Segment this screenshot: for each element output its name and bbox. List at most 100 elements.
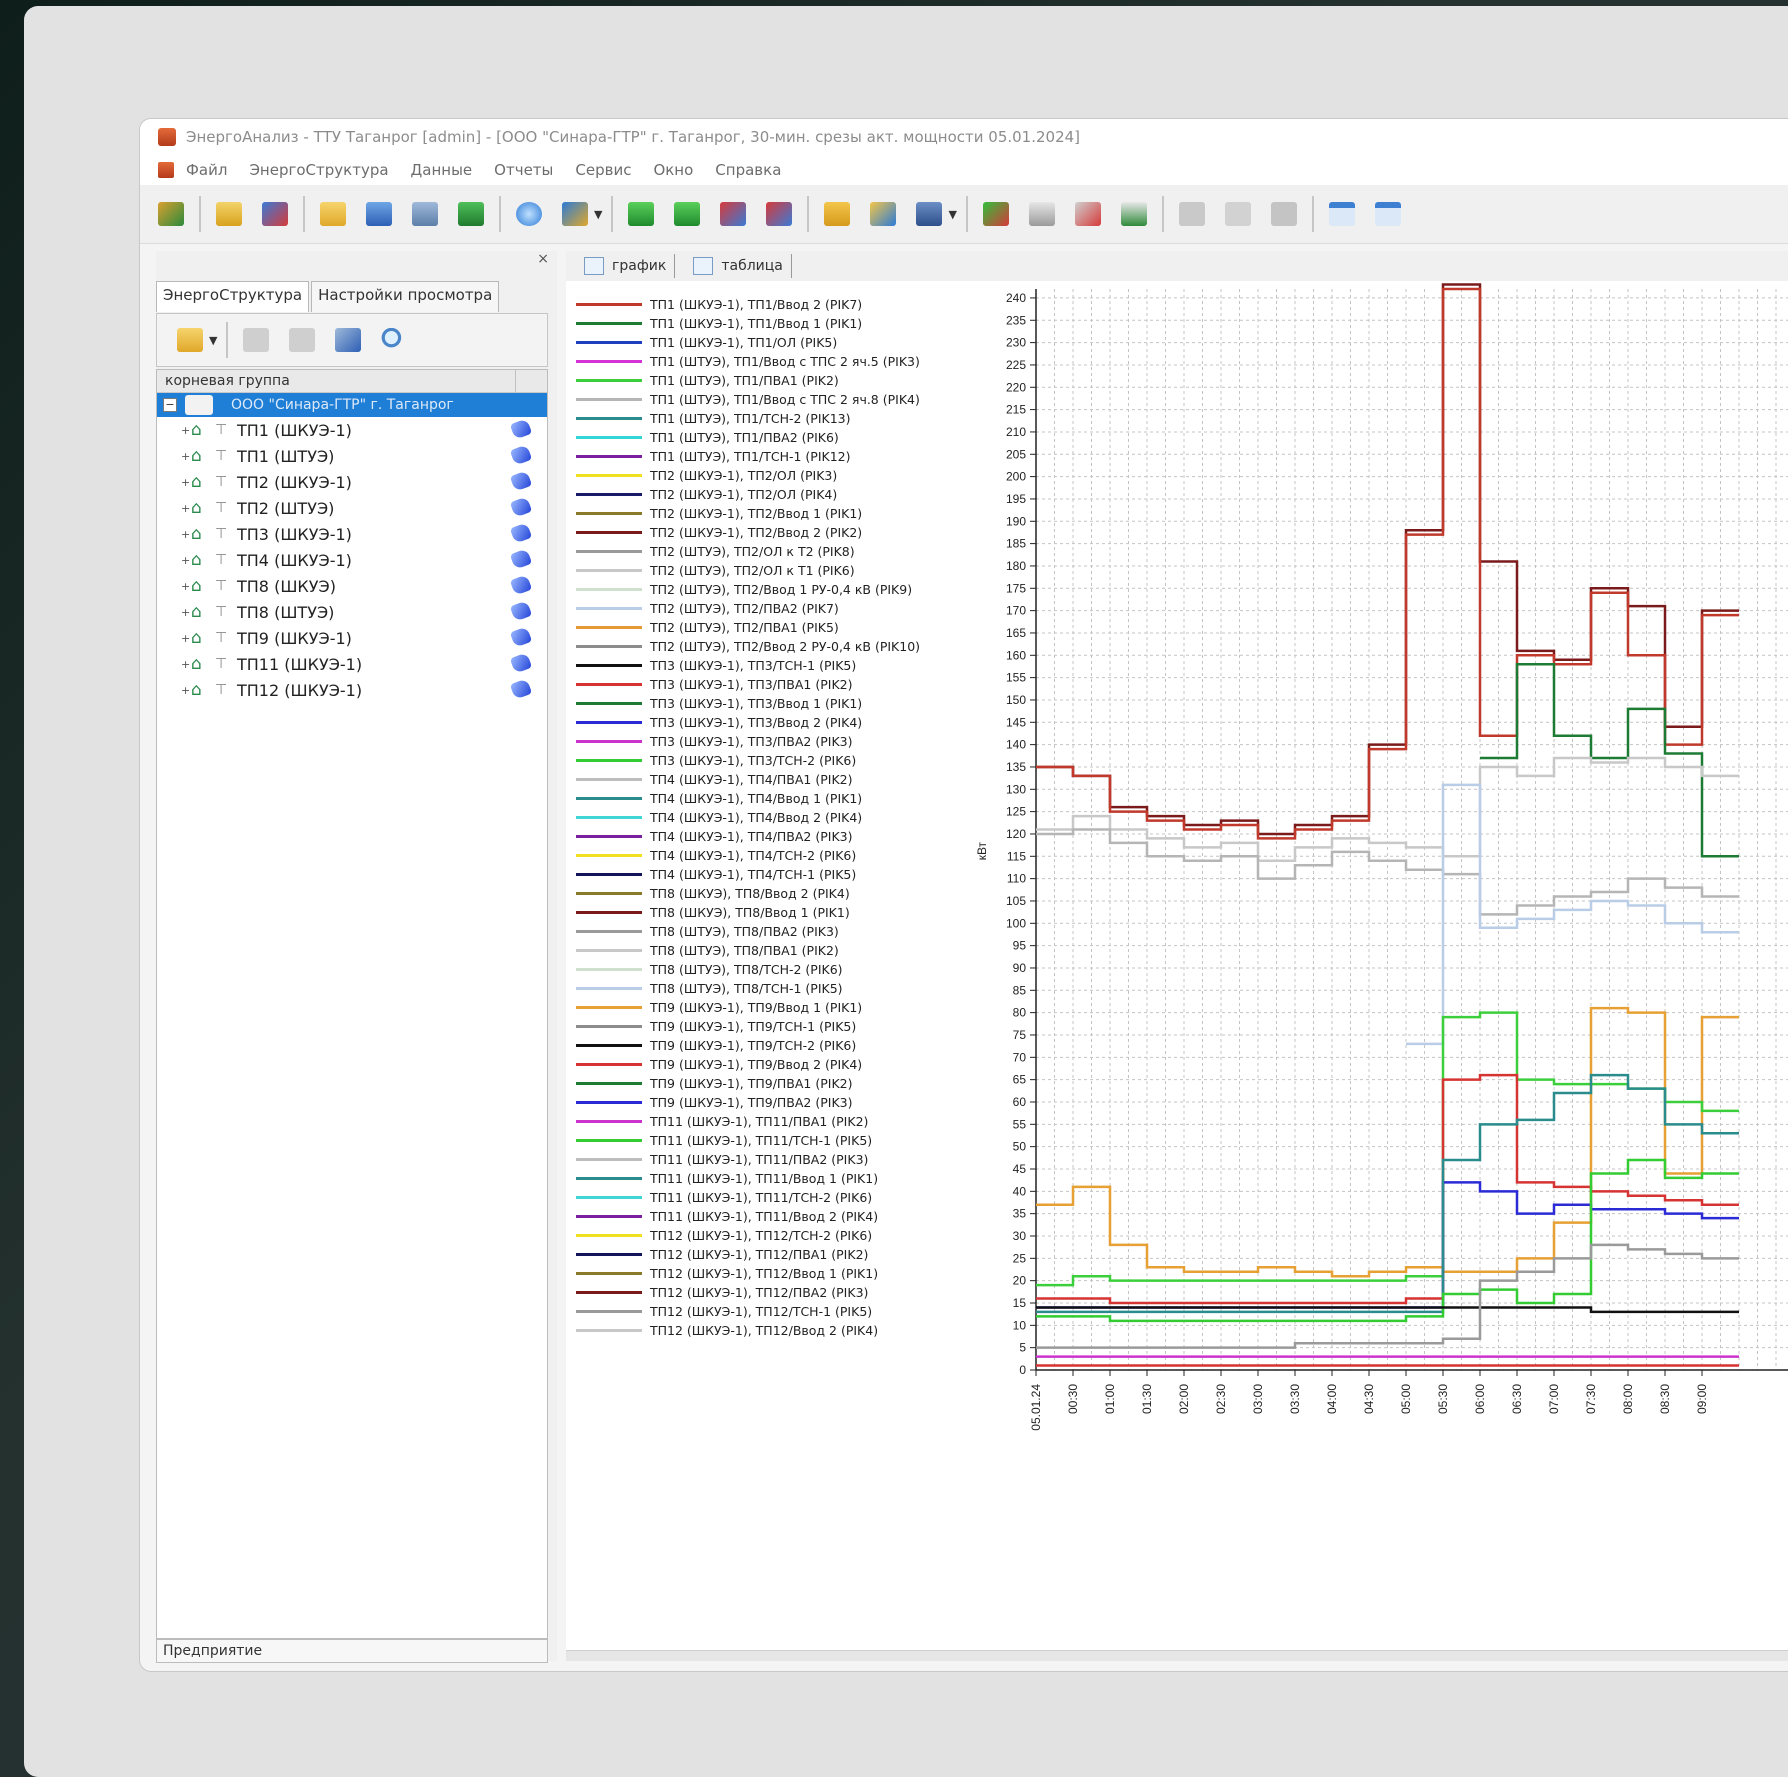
legend-swatch — [576, 797, 642, 800]
add-node-dropdown-icon[interactable]: ▼ — [209, 334, 217, 347]
expand-icon[interactable]: + — [181, 502, 191, 515]
tab-table[interactable]: таблица — [685, 254, 792, 278]
add-node-button[interactable] — [173, 323, 207, 357]
x-tick-label: 04:30 — [1362, 1384, 1376, 1414]
node-report-button[interactable] — [331, 323, 365, 357]
tree-item[interactable]: + ⌂ ⊤ ТП2 (ШКУЭ-1) — [157, 469, 547, 495]
tree-item[interactable]: + ⌂ ⊤ ТП12 (ШКУЭ-1) — [157, 677, 547, 703]
gauge-button[interactable] — [1117, 197, 1151, 231]
x-tick-label: 05:00 — [1399, 1384, 1413, 1414]
substation-icon: ⌂ — [191, 576, 202, 596]
legend-swatch — [576, 645, 642, 648]
connect-button[interactable] — [154, 197, 188, 231]
structure-button[interactable] — [212, 197, 246, 231]
window-layout-2-button[interactable] — [1371, 197, 1405, 231]
properties-button[interactable] — [239, 323, 273, 357]
window-layout-1-button[interactable] — [1325, 197, 1359, 231]
chart-report-button[interactable] — [258, 197, 292, 231]
legend-item: ТП4 (ШКУЭ-1), ТП4/Ввод 1 (PIK1) — [576, 789, 976, 808]
horizontal-scrollbar[interactable] — [566, 1650, 1788, 1661]
close-panel-icon[interactable]: × — [537, 251, 549, 267]
tab-chart-label: график — [612, 258, 667, 274]
tree-item[interactable]: + ⌂ ⊤ ТП1 (ШТУЭ) — [157, 443, 547, 469]
run-button[interactable] — [979, 197, 1013, 231]
legend-swatch — [576, 588, 642, 591]
open-button[interactable] — [316, 197, 350, 231]
status-icon — [509, 522, 533, 544]
expand-icon[interactable]: + — [181, 424, 191, 437]
menu-service[interactable]: Сервис — [575, 161, 631, 179]
legend-label: ТП4 (ШКУЭ-1), ТП4/ТСН-2 (PIK6) — [650, 848, 857, 863]
tree-item[interactable]: + ⌂ ⊤ ТП8 (ШТУЭ) — [157, 599, 547, 625]
save-button[interactable] — [362, 197, 396, 231]
excel-button[interactable] — [454, 197, 488, 231]
y-tick-label: 80 — [1013, 1006, 1027, 1020]
power-chart[interactable]: 0 5 10 15 20 25 30 35 40 45 50 55 60 65 70 75 80 85 90 95 10… — [966, 281, 1788, 1661]
x-tick-label: 07:30 — [1584, 1384, 1598, 1414]
tree-item-label: ТП8 (ШТУЭ) — [237, 602, 335, 622]
copy-node-button[interactable] — [285, 323, 319, 357]
expand-icon[interactable]: + — [181, 606, 191, 619]
expand-icon[interactable]: + — [181, 450, 191, 463]
legend-swatch — [576, 474, 642, 477]
step-chart-remove-button[interactable] — [762, 197, 796, 231]
bar-chart-2-button[interactable] — [670, 197, 704, 231]
refresh-button[interactable] — [512, 197, 546, 231]
legend-swatch — [576, 1196, 642, 1199]
expand-icon[interactable]: + — [181, 684, 191, 697]
substation-icon: ⌂ — [191, 420, 202, 440]
tree-item-label: ТП3 (ШКУЭ-1) — [237, 524, 352, 544]
y-tick-label: 175 — [1006, 581, 1026, 595]
legend-item: ТП8 (ШКУЭ), ТП8/Ввод 1 (PIK1) — [576, 903, 976, 922]
expand-icon[interactable]: + — [181, 580, 191, 593]
tab-energy-structure[interactable]: ЭнергоСтруктура — [156, 281, 310, 312]
expand-icon[interactable]: + — [181, 528, 191, 541]
expand-icon[interactable]: + — [181, 476, 191, 489]
find-button[interactable] — [377, 323, 411, 357]
edit-button[interactable] — [1071, 197, 1105, 231]
y-tick-label: 185 — [1006, 537, 1026, 551]
tree-item[interactable]: + ⌂ ⊤ ТП4 (ШКУЭ-1) — [157, 547, 547, 573]
view-dropdown-icon[interactable]: ▼ — [594, 208, 602, 221]
tree-item[interactable]: + ⌂ ⊤ ТП8 (ШКУЭ) — [157, 573, 547, 599]
expand-icon[interactable]: + — [181, 632, 191, 645]
tile-vertical-button[interactable] — [1221, 197, 1255, 231]
menu-energy-structure[interactable]: ЭнергоСтруктура — [249, 161, 388, 179]
signal-chart-button[interactable] — [820, 197, 854, 231]
menu-file[interactable]: Файл — [186, 161, 227, 179]
tab-chart[interactable]: график — [576, 254, 676, 278]
legend-item: ТП3 (ШКУЭ-1), ТП3/Ввод 2 (PIK4) — [576, 713, 976, 732]
menu-help[interactable]: Справка — [715, 161, 781, 179]
view-button[interactable] — [558, 197, 592, 231]
tree-root[interactable]: − ООО "Синара-ГТР" г. Таганрог — [157, 393, 547, 417]
collapse-icon[interactable]: − — [163, 398, 177, 412]
expand-icon[interactable]: + — [181, 554, 191, 567]
tree-item[interactable]: + ⌂ ⊤ ТП11 (ШКУЭ-1) — [157, 651, 547, 677]
menu-window[interactable]: Окно — [653, 161, 693, 179]
legend-swatch — [576, 664, 642, 667]
grid-dropdown-icon[interactable]: ▼ — [948, 208, 956, 221]
menu-reports[interactable]: Отчеты — [494, 161, 553, 179]
expand-icon[interactable]: + — [181, 658, 191, 671]
legend-label: ТП3 (ШКУЭ-1), ТП3/Ввод 2 (PIK4) — [650, 715, 863, 730]
y-tick-label: 45 — [1013, 1162, 1027, 1176]
tree-item[interactable]: + ⌂ ⊤ ТП2 (ШТУЭ) — [157, 495, 547, 521]
bar-chart-button[interactable] — [624, 197, 658, 231]
tree-item[interactable]: + ⌂ ⊤ ТП1 (ШКУЭ-1) — [157, 417, 547, 443]
compare-button[interactable] — [866, 197, 900, 231]
export-button[interactable] — [1025, 197, 1059, 231]
chart-tab-icon — [584, 257, 604, 275]
legend-label: ТП11 (ШКУЭ-1), ТП11/ТСН-1 (PIK5) — [650, 1133, 873, 1148]
grid-button[interactable] — [912, 197, 946, 231]
tree-item[interactable]: + ⌂ ⊤ ТП3 (ШКУЭ-1) — [157, 521, 547, 547]
menu-data[interactable]: Данные — [411, 161, 473, 179]
document-icon[interactable] — [158, 162, 174, 178]
tile-horizontal-button[interactable] — [1267, 197, 1301, 231]
tab-view-settings[interactable]: Настройки просмотра — [311, 281, 500, 312]
print-button[interactable] — [408, 197, 442, 231]
tree-item[interactable]: + ⌂ ⊤ ТП9 (ШКУЭ-1) — [157, 625, 547, 651]
y-tick-label: 170 — [1006, 604, 1026, 618]
cascade-button[interactable] — [1175, 197, 1209, 231]
step-chart-button[interactable] — [716, 197, 750, 231]
y-tick-label: 160 — [1006, 648, 1026, 662]
